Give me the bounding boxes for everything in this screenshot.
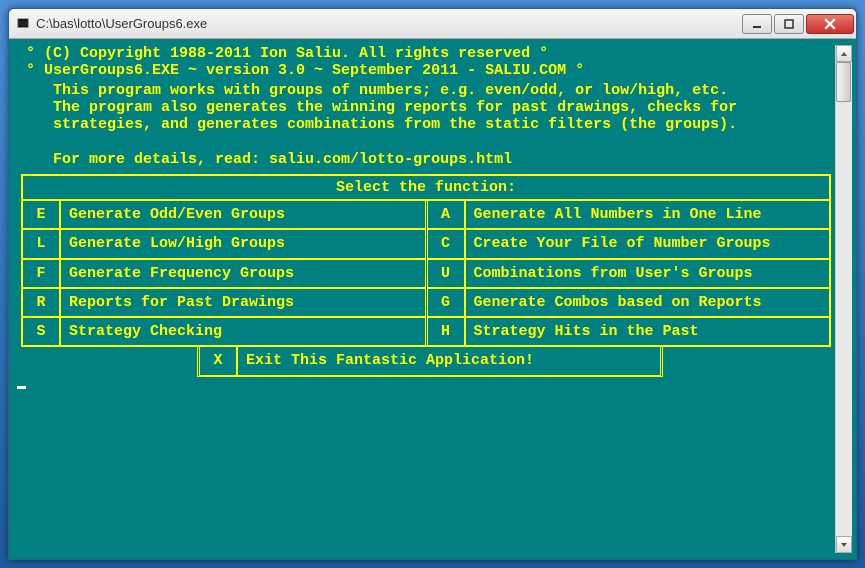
- menu-key: X: [200, 347, 238, 374]
- menu-key: F: [23, 260, 61, 287]
- menu-frame: Select the function: E Generate Odd/Even…: [21, 174, 831, 348]
- menu-key: C: [428, 230, 466, 257]
- console-content: ° (C) Copyright 1988-2011 Ion Saliu. All…: [17, 45, 835, 553]
- menu-item-create-file[interactable]: C Create Your File of Number Groups: [428, 230, 830, 259]
- menu-label: Strategy Hits in the Past: [466, 318, 830, 345]
- menu-key: A: [428, 201, 466, 228]
- menu-item-low-high[interactable]: L Generate Low/High Groups: [23, 230, 425, 259]
- menu-label: Combinations from User's Groups: [466, 260, 830, 287]
- description-text: This program works with groups of number…: [17, 82, 835, 168]
- application-window: C:\bas\lotto\UserGroups6.exe ° (C) Copyr…: [8, 8, 857, 560]
- menu-label: Strategy Checking: [61, 318, 425, 345]
- scroll-up-button[interactable]: [836, 45, 852, 62]
- menu-item-strategy-hits[interactable]: H Strategy Hits in the Past: [428, 318, 830, 345]
- titlebar[interactable]: C:\bas\lotto\UserGroups6.exe: [9, 9, 856, 39]
- menu-label: Generate Combos based on Reports: [466, 289, 830, 316]
- maximize-button[interactable]: [774, 14, 804, 34]
- menu-item-strategy-check[interactable]: S Strategy Checking: [23, 318, 425, 345]
- menu-column-right: A Generate All Numbers in One Line C Cre…: [428, 201, 830, 345]
- menu-item-all-numbers[interactable]: A Generate All Numbers in One Line: [428, 201, 830, 230]
- menu-key: H: [428, 318, 466, 345]
- menu-item-user-combos[interactable]: U Combinations from User's Groups: [428, 260, 830, 289]
- menu-key: R: [23, 289, 61, 316]
- menu-item-exit[interactable]: X Exit This Fantastic Application!: [197, 347, 663, 376]
- window-title: C:\bas\lotto\UserGroups6.exe: [36, 16, 740, 31]
- copyright-text: ° (C) Copyright 1988-2011 Ion Saliu. All…: [17, 45, 835, 80]
- scroll-down-button[interactable]: [836, 536, 852, 553]
- menu-item-reports[interactable]: R Reports for Past Drawings: [23, 289, 425, 318]
- menu-key: E: [23, 201, 61, 228]
- window-controls: [740, 14, 854, 34]
- menu-label: Reports for Past Drawings: [61, 289, 425, 316]
- menu-key: L: [23, 230, 61, 257]
- menu-item-odd-even[interactable]: E Generate Odd/Even Groups: [23, 201, 425, 230]
- menu-label: Generate Odd/Even Groups: [61, 201, 425, 228]
- menu-key: S: [23, 318, 61, 345]
- menu-item-gen-combos[interactable]: G Generate Combos based on Reports: [428, 289, 830, 318]
- scroll-track[interactable]: [836, 62, 852, 536]
- menu-key: G: [428, 289, 466, 316]
- vertical-scrollbar[interactable]: [835, 45, 852, 553]
- menu-label: Generate All Numbers in One Line: [466, 201, 830, 228]
- scroll-thumb[interactable]: [836, 62, 851, 102]
- menu-label: Generate Low/High Groups: [61, 230, 425, 257]
- menu-key: U: [428, 260, 466, 287]
- menu-column-left: E Generate Odd/Even Groups L Generate Lo…: [23, 201, 428, 345]
- menu-label: Create Your File of Number Groups: [466, 230, 830, 257]
- text-cursor: [17, 386, 26, 389]
- menu-columns: E Generate Odd/Even Groups L Generate Lo…: [23, 201, 829, 345]
- console-area: ° (C) Copyright 1988-2011 Ion Saliu. All…: [9, 39, 856, 559]
- menu-label: Generate Frequency Groups: [61, 260, 425, 287]
- menu-label: Exit This Fantastic Application!: [238, 347, 660, 374]
- app-icon: [15, 16, 31, 32]
- minimize-button[interactable]: [742, 14, 772, 34]
- menu-item-frequency[interactable]: F Generate Frequency Groups: [23, 260, 425, 289]
- menu-header: Select the function:: [23, 176, 829, 201]
- close-button[interactable]: [806, 14, 854, 34]
